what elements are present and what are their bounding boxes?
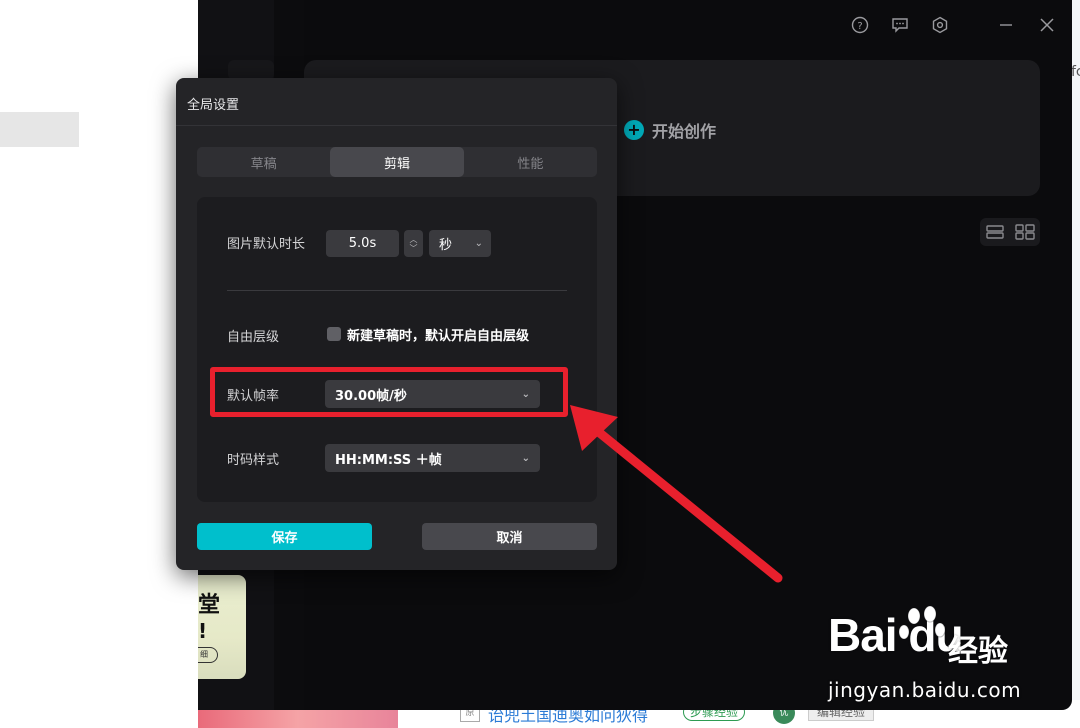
- free-layer-checkbox-text[interactable]: 新建草稿时，默认开启自由层级: [347, 325, 529, 344]
- promo-text: !: [198, 619, 208, 643]
- chevron-down-icon[interactable]: ﹀: [410, 244, 418, 253]
- grid-view-icon[interactable]: [1010, 218, 1040, 246]
- save-button[interactable]: 保存: [197, 523, 372, 550]
- watermark-title: 经验: [948, 634, 1008, 669]
- settings-tabs: 草稿 剪辑 性能: [197, 147, 597, 177]
- dialog-title-divider: [176, 125, 617, 126]
- free-layer-label: 自由层级: [227, 330, 280, 345]
- background-right-text: fc: [1071, 64, 1080, 80]
- watermark-url: jingyan.baidu.com: [828, 678, 1022, 702]
- timecode-label: 时码样式: [227, 453, 280, 468]
- settings-panel: 图片默认时长 5.0s ︿ ﹀ 秒 ⌄ 自由层级 新建草稿时，默认开启自由层级 …: [197, 197, 597, 502]
- annotation-arrow: [570, 405, 783, 583]
- free-layer-checkbox[interactable]: [327, 327, 341, 341]
- panel-divider: [227, 290, 567, 291]
- start-create-button[interactable]: + 开始创作: [624, 118, 716, 142]
- timecode-select[interactable]: HH:MM:SS ＋帧 ⌄: [325, 444, 540, 472]
- plus-circle-icon: +: [624, 120, 644, 140]
- close-icon[interactable]: [1036, 14, 1058, 36]
- background-page: [0, 0, 198, 728]
- duration-unit-value: 秒: [439, 238, 453, 253]
- duration-unit-select[interactable]: 秒 ⌄: [429, 230, 491, 257]
- annotation-highlight-box: [210, 367, 568, 417]
- gear-icon[interactable]: [929, 14, 951, 36]
- promo-text: 堂: [198, 593, 221, 618]
- paw-icon: [898, 606, 946, 640]
- list-view-icon[interactable]: [980, 218, 1010, 246]
- dialog-title: 全局设置: [187, 98, 240, 113]
- timecode-value: HH:MM:SS ＋帧: [335, 452, 442, 468]
- feedback-icon[interactable]: [889, 14, 911, 36]
- baidu-jingyan-watermark: Bai du 经验 jingyan.baidu.com: [828, 606, 1058, 708]
- chevron-down-icon: ⌄: [521, 452, 530, 464]
- start-create-label: 开始创作: [652, 122, 717, 141]
- promo-button[interactable]: 细: [198, 647, 218, 663]
- svg-text:?: ?: [857, 21, 862, 32]
- view-toggle: [980, 218, 1040, 246]
- chevron-up-icon[interactable]: ︿: [410, 235, 418, 244]
- global-settings-dialog: 全局设置 草稿 剪辑 性能 图片默认时长 5.0s ︿ ﹀ 秒 ⌄ 自由层级 新…: [176, 78, 617, 570]
- tab-drafts[interactable]: 草稿: [197, 147, 330, 177]
- image-duration-label: 图片默认时长: [227, 237, 306, 252]
- background-gray-bar: [0, 112, 79, 147]
- minimize-icon[interactable]: [995, 14, 1017, 36]
- question-circle-icon[interactable]: ?: [849, 14, 871, 36]
- sidebar-tile: [228, 60, 274, 80]
- image-duration-input[interactable]: 5.0s: [326, 230, 399, 257]
- tab-editing[interactable]: 剪辑: [330, 147, 464, 177]
- image-duration-stepper[interactable]: ︿ ﹀: [404, 230, 423, 257]
- tab-performance[interactable]: 性能: [464, 147, 597, 177]
- promo-card[interactable]: 堂 ! 细: [198, 575, 246, 679]
- chevron-down-icon: ⌄: [474, 238, 483, 249]
